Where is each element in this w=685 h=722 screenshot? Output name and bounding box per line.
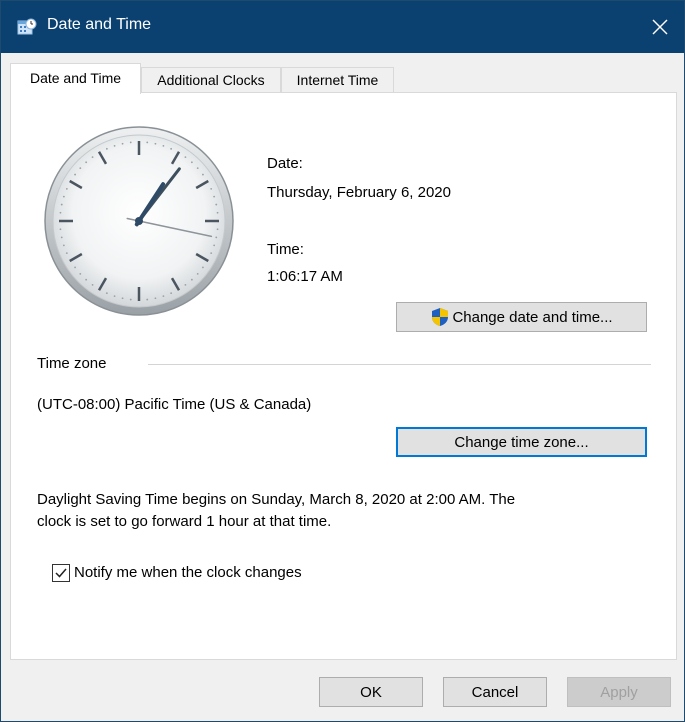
minute-dot xyxy=(190,161,193,164)
minute-dot xyxy=(170,292,173,295)
minute-dot xyxy=(65,252,68,255)
minute-dot xyxy=(210,187,213,190)
apply-button[interactable]: Apply xyxy=(567,677,671,707)
dst-info-line-1: Daylight Saving Time begins on Sunday, M… xyxy=(37,491,516,508)
change-time-zone-button[interactable]: Change time zone... xyxy=(396,427,647,457)
minute-dot xyxy=(215,236,218,239)
minute-dot xyxy=(190,278,193,281)
minute-dot xyxy=(216,211,219,214)
change-date-time-button[interactable]: Change date and time... xyxy=(396,302,647,332)
title-bar: Date and Time xyxy=(1,1,684,53)
minute-dot xyxy=(60,203,63,206)
minute-dot xyxy=(215,203,218,206)
minute-dot xyxy=(91,284,94,286)
minute-dot xyxy=(121,142,124,145)
minute-dot xyxy=(65,187,68,190)
minute-dot xyxy=(196,167,199,170)
notify-checkbox[interactable] xyxy=(52,564,70,582)
notify-label[interactable]: Notify me when the clock changes xyxy=(74,564,302,581)
time-zone-group-label: Time zone xyxy=(37,355,107,372)
minute-dot xyxy=(213,195,216,198)
minute-dot xyxy=(105,292,108,295)
date-value: Thursday, February 6, 2020 xyxy=(267,184,451,201)
minute-dot xyxy=(91,156,94,158)
date-label: Date: xyxy=(267,155,303,172)
change-time-zone-label: Change time zone... xyxy=(454,433,589,451)
minute-dot xyxy=(146,298,149,301)
minute-dot xyxy=(60,236,63,239)
minute-dot xyxy=(170,147,173,150)
minute-dot xyxy=(85,161,88,164)
date-time-dialog: Date and Time Date and Time Additional C… xyxy=(0,0,685,722)
analog-clock xyxy=(44,126,234,316)
minute-dot xyxy=(129,298,132,301)
minute-dot xyxy=(154,142,157,145)
minute-dot xyxy=(213,244,216,247)
minute-dot xyxy=(196,272,199,275)
tab-internet-time[interactable]: Internet Time xyxy=(281,67,394,93)
date-time-icon xyxy=(17,18,37,35)
minute-dot xyxy=(62,195,65,198)
ok-button[interactable]: OK xyxy=(319,677,423,707)
time-value: 1:06:17 AM xyxy=(267,268,343,285)
minute-dot xyxy=(85,278,88,281)
minute-dot xyxy=(154,297,157,300)
minute-dot xyxy=(105,147,108,150)
checkmark-icon xyxy=(55,568,67,578)
close-icon xyxy=(652,19,668,35)
clock-center xyxy=(135,217,143,225)
minute-dot xyxy=(79,272,82,275)
time-zone-value: (UTC-08:00) Pacific Time (US & Canada) xyxy=(37,396,312,413)
minute-dot xyxy=(74,173,76,176)
minute-dot xyxy=(202,173,204,176)
minute-dot xyxy=(162,295,165,298)
minute-dot xyxy=(113,144,116,147)
minute-dot xyxy=(216,228,219,231)
close-button[interactable] xyxy=(636,1,684,53)
group-divider xyxy=(148,364,651,365)
uac-shield-icon xyxy=(432,308,449,326)
minute-dot xyxy=(162,144,165,147)
window-title: Date and Time xyxy=(47,16,152,33)
minute-dot xyxy=(129,141,132,144)
minute-dot xyxy=(202,266,204,269)
change-date-time-label: Change date and time... xyxy=(452,308,613,326)
minute-dot xyxy=(59,211,62,214)
tab-additional-clocks[interactable]: Additional Clocks xyxy=(141,67,281,93)
minute-dot xyxy=(113,295,116,298)
minute-dot xyxy=(62,244,65,247)
minute-dot xyxy=(59,228,62,231)
minute-dot xyxy=(146,141,149,144)
minute-dot xyxy=(79,167,82,170)
minute-dot xyxy=(210,252,213,255)
minute-dot xyxy=(121,297,124,300)
dst-info-line-2: clock is set to go forward 1 hour at tha… xyxy=(37,513,332,530)
minute-dot xyxy=(184,156,187,158)
time-label: Time: xyxy=(267,241,304,258)
tab-date-and-time[interactable]: Date and Time xyxy=(10,63,141,94)
tab-panel: Date: Thursday, February 6, 2020 Time: 1… xyxy=(10,92,677,660)
minute-dot xyxy=(74,266,76,269)
minute-dot xyxy=(184,284,187,286)
cancel-button[interactable]: Cancel xyxy=(443,677,547,707)
